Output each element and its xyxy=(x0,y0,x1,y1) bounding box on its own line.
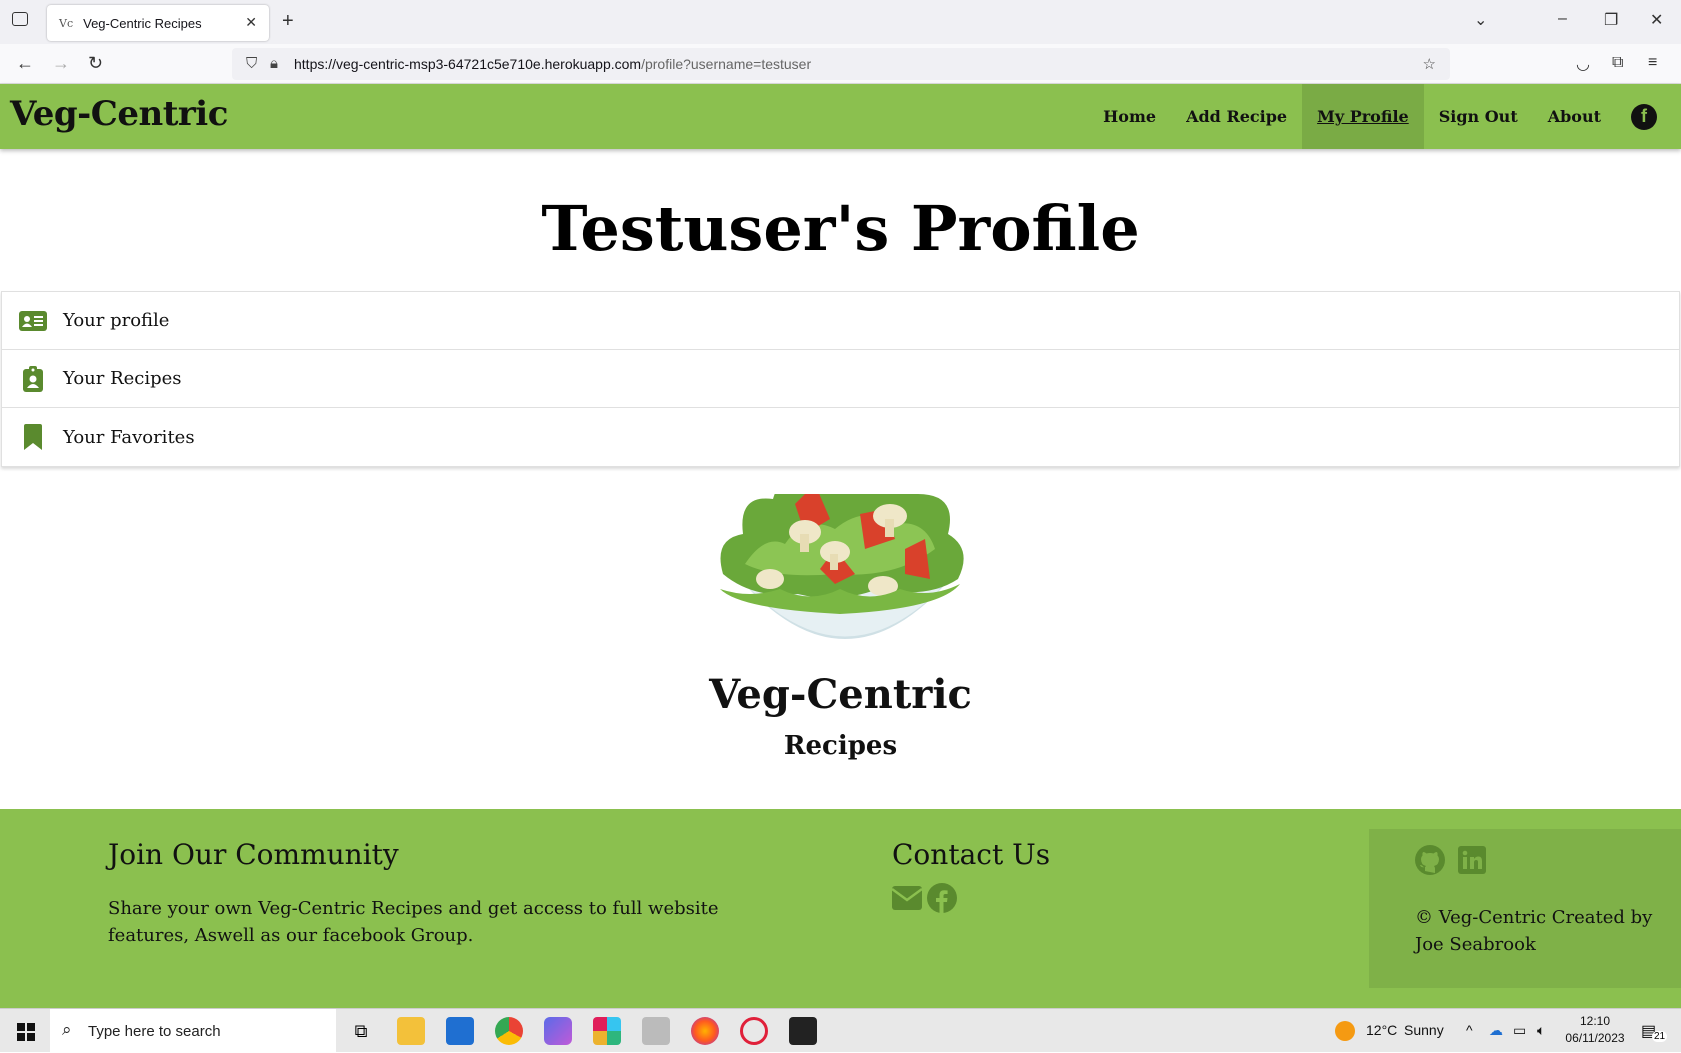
browser-tab[interactable]: Vc Veg-Centric Recipes ✕ xyxy=(47,5,269,41)
github-icon[interactable] xyxy=(1415,845,1445,875)
windows-taskbar: ⌕ Type here to search ⧉ 12°C Sunny ^ ☁ ▭… xyxy=(0,1008,1681,1053)
close-tab-icon[interactable]: ✕ xyxy=(245,14,257,31)
clipboard-user-icon xyxy=(19,365,47,392)
windows-start-icon[interactable] xyxy=(17,1023,35,1046)
profile-menu-label: Your Recipes xyxy=(63,368,182,389)
taskbar-search-placeholder: Type here to search xyxy=(88,1022,221,1040)
restore-icon[interactable]: ❐ xyxy=(1604,10,1618,30)
pocket-icon[interactable]: ◡ xyxy=(1576,54,1590,74)
copyright-line-1: © Veg-Centric Created by xyxy=(1415,907,1653,928)
nav-add-recipe[interactable]: Add Recipe xyxy=(1171,84,1302,149)
contact-heading: Contact Us xyxy=(892,838,1051,871)
profile-menu-item-favorites[interactable]: Your Favorites xyxy=(2,408,1679,466)
extensions-icon[interactable]: ⧉ xyxy=(1612,54,1623,72)
back-icon[interactable]: ← xyxy=(16,53,34,74)
url-path: /profile?username=testuser xyxy=(641,56,812,72)
bookmark-star-icon[interactable]: ☆ xyxy=(1423,55,1436,73)
page-title: Testuser's Profile xyxy=(541,192,1140,265)
community-text-line-1: Share your own Veg-Centric Recipes and g… xyxy=(108,898,719,919)
copyright-line-2: Joe Seabrook xyxy=(1415,934,1536,955)
site-favicon-icon: Vc xyxy=(59,16,74,30)
site-navbar: Veg-Centric Home Add Recipe My Profile S… xyxy=(0,84,1681,149)
gimp-icon[interactable] xyxy=(642,1017,670,1045)
weather-condition[interactable]: Sunny xyxy=(1404,1022,1444,1038)
envelope-icon[interactable] xyxy=(892,883,922,913)
footer-credits-box: © Veg-Centric Created by Joe Seabrook xyxy=(1369,829,1681,988)
linkedin-icon[interactable] xyxy=(1457,845,1487,875)
facebook-icon[interactable]: f xyxy=(1631,103,1657,130)
website: Veg-Centric Home Add Recipe My Profile S… xyxy=(0,84,1681,1008)
lock-icon[interactable]: 🔒︎ xyxy=(270,55,278,72)
logo-subtitle: Recipes xyxy=(783,731,898,761)
show-hidden-icons-chevron-icon[interactable]: ^ xyxy=(1466,1022,1473,1038)
mail-icon[interactable] xyxy=(446,1017,474,1045)
opera-icon[interactable] xyxy=(740,1017,768,1045)
community-text-line-2: features, Aswell as our facebook Group. xyxy=(108,925,474,946)
clock-time: 12:10 xyxy=(1579,1014,1611,1028)
community-heading: Join Our Community xyxy=(108,838,399,871)
search-icon: ⌕ xyxy=(62,1020,72,1039)
site-footer: Join Our Community Share your own Veg-Ce… xyxy=(0,809,1681,1008)
bookmark-icon xyxy=(19,424,47,450)
reload-icon[interactable]: ↻ xyxy=(88,53,103,74)
url-host: https://veg-centric-msp3-64721c5e710e.he… xyxy=(294,56,642,72)
browser-tab-bar: Vc Veg-Centric Recipes ✕ + ⌄ – ❐ ✕ xyxy=(0,0,1681,44)
facebook-icon[interactable] xyxy=(927,883,957,913)
copyright-text: © Veg-Centric Created by Joe Seabrook xyxy=(1415,904,1652,958)
task-view-icon[interactable]: ⧉ xyxy=(347,1017,375,1045)
tab-list-icon[interactable] xyxy=(12,12,28,26)
nav-my-profile[interactable]: My Profile xyxy=(1302,84,1424,149)
clock-date: 06/11/2023 xyxy=(1565,1031,1625,1045)
new-tab-icon[interactable]: + xyxy=(282,10,294,33)
firefox-icon[interactable] xyxy=(691,1017,719,1045)
slack-icon[interactable] xyxy=(593,1017,621,1045)
profile-menu: Your profile Your Recipes Your Favorites xyxy=(1,291,1680,467)
brand-logo[interactable]: Veg-Centric xyxy=(10,94,228,134)
profile-menu-label: Your Favorites xyxy=(63,426,195,448)
logo-title: Veg-Centric xyxy=(709,671,972,718)
profile-menu-item-profile[interactable]: Your profile xyxy=(2,292,1679,350)
nav-about[interactable]: About xyxy=(1533,84,1616,149)
chrome-icon[interactable] xyxy=(495,1017,523,1045)
menu-icon[interactable]: ≡ xyxy=(1648,54,1657,72)
onedrive-icon[interactable]: ☁ xyxy=(1489,1022,1503,1039)
profile-menu-label: Your profile xyxy=(63,310,170,331)
browser-toolbar: ← → ↻ ⛉ 🔒︎ https://veg-centric-msp3-6472… xyxy=(0,44,1681,84)
taskbar-search-input[interactable]: ⌕ Type here to search xyxy=(50,1009,336,1053)
forward-icon[interactable]: → xyxy=(52,53,70,74)
weather-icon[interactable] xyxy=(1335,1021,1355,1041)
url-bar[interactable]: ⛉ 🔒︎ https://veg-centric-msp3-64721c5e71… xyxy=(232,48,1450,80)
shield-icon[interactable]: ⛉ xyxy=(246,55,257,72)
minimize-icon[interactable]: – xyxy=(1558,10,1567,28)
sticky-notes-icon[interactable] xyxy=(789,1017,817,1045)
tab-title: Veg-Centric Recipes xyxy=(83,15,202,31)
id-card-icon xyxy=(19,308,47,334)
community-text: Share your own Veg-Centric Recipes and g… xyxy=(108,895,719,949)
profile-menu-item-recipes[interactable]: Your Recipes xyxy=(2,350,1679,408)
nav-home[interactable]: Home xyxy=(1088,84,1171,149)
nav-sign-out[interactable]: Sign Out xyxy=(1424,84,1533,149)
network-icon[interactable]: ▭ xyxy=(1513,1022,1526,1039)
volume-icon[interactable]: 🔈︎ xyxy=(1537,1022,1545,1039)
weather-temp[interactable]: 12°C xyxy=(1366,1022,1397,1038)
clock[interactable]: 12:10 06/11/2023 xyxy=(1560,1013,1630,1047)
copilot-icon[interactable] xyxy=(544,1017,572,1045)
window-close-icon[interactable]: ✕ xyxy=(1650,10,1663,30)
notification-count: 21 xyxy=(1652,1031,1668,1042)
nav-links: Home Add Recipe My Profile Sign Out Abou… xyxy=(1088,84,1681,149)
file-explorer-icon[interactable] xyxy=(397,1017,425,1045)
tab-overflow-chevron-icon[interactable]: ⌄ xyxy=(1474,10,1487,30)
